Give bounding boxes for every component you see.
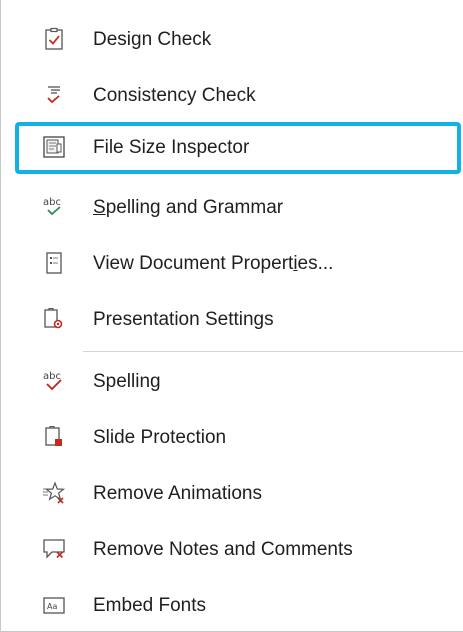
menu-item-view-document-properties[interactable]: View Document Properties... xyxy=(15,238,461,290)
menu-item-remove-animations[interactable]: Remove Animations xyxy=(15,468,461,520)
menu-item-consistency-check[interactable]: Consistency Check xyxy=(15,70,461,122)
menu-item-design-check[interactable]: Design Check xyxy=(15,14,461,66)
context-menu: Design Check Consistency Check File Size… xyxy=(0,0,463,632)
embed-fonts-icon: Aa xyxy=(42,593,66,617)
menu-item-label: View Document Properties... xyxy=(93,238,333,290)
spelling-grammar-icon: abc xyxy=(42,195,66,219)
menu-item-remove-notes-comments[interactable]: Remove Notes and Comments xyxy=(15,524,461,576)
menu-item-label: Spelling xyxy=(93,371,161,392)
menu-item-label: Spelling and Grammar xyxy=(93,182,283,234)
label-pre: View Document Propert xyxy=(93,253,294,274)
menu-item-label: Design Check xyxy=(93,29,212,50)
menu-separator xyxy=(83,351,463,352)
label-post: es... xyxy=(297,253,334,274)
menu-item-file-size-inspector[interactable]: File Size Inspector xyxy=(15,122,461,174)
label-rest: pelling and Grammar xyxy=(105,197,284,218)
menu-item-label: Remove Animations xyxy=(93,483,262,504)
icon-abc-text: abc xyxy=(43,371,61,382)
menu-item-spelling-grammar[interactable]: abc Spelling and Grammar xyxy=(15,182,461,234)
menu-item-label: File Size Inspector xyxy=(93,137,250,158)
menu-item-label: Presentation Settings xyxy=(93,309,274,330)
label-accelerator: S xyxy=(93,197,106,218)
file-size-inspector-icon xyxy=(42,135,66,159)
remove-comments-icon xyxy=(42,537,66,561)
document-properties-icon xyxy=(42,251,66,275)
icon-font-sample-text: Aa xyxy=(47,602,57,611)
presentation-settings-icon xyxy=(42,307,66,331)
slide-protection-icon xyxy=(42,425,66,449)
design-check-icon xyxy=(42,27,66,51)
consistency-check-icon xyxy=(42,83,66,107)
menu-item-label: Slide Protection xyxy=(93,427,227,448)
menu-item-slide-protection[interactable]: Slide Protection xyxy=(15,412,461,464)
menu-item-label: Remove Notes and Comments xyxy=(93,539,353,560)
icon-abc-text: abc xyxy=(43,197,61,208)
menu-item-label: Embed Fonts xyxy=(93,595,206,616)
menu-item-presentation-settings[interactable]: Presentation Settings xyxy=(15,294,461,346)
remove-animations-icon xyxy=(42,481,66,505)
menu-item-label: Consistency Check xyxy=(93,85,256,106)
spelling-icon: abc xyxy=(42,369,66,393)
menu-item-embed-fonts[interactable]: Aa Embed Fonts xyxy=(15,580,461,632)
menu-item-spelling[interactable]: abc Spelling xyxy=(15,356,461,408)
